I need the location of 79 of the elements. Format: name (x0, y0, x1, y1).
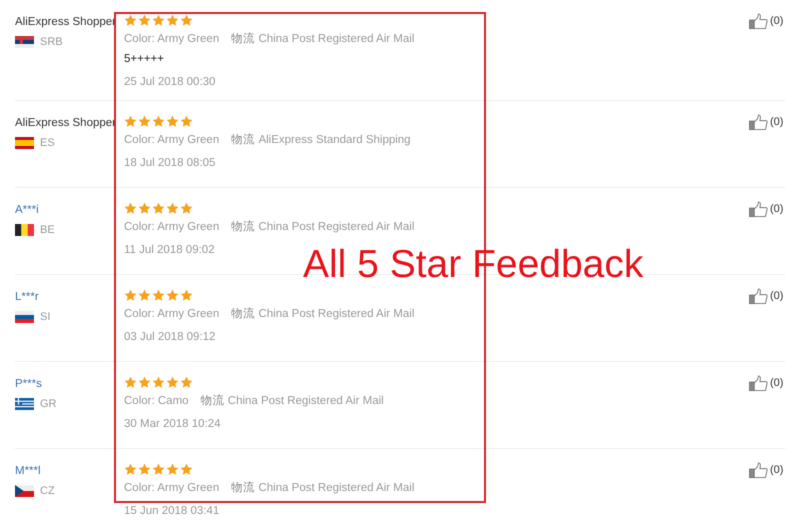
helpful-count: (0) (770, 376, 784, 391)
star-icon (180, 462, 193, 476)
star-icon (152, 462, 165, 476)
country-code: SI (40, 311, 50, 323)
shipping-method: 物流 China Post Registered Air Mail (231, 219, 414, 235)
color-option: Color: Army Green (124, 132, 220, 148)
country-code: BE (40, 224, 55, 236)
flag-icon (15, 137, 34, 149)
star-icon (166, 14, 179, 26)
star-icon (180, 288, 193, 302)
flag-icon (15, 224, 34, 236)
star-icon (124, 202, 137, 214)
reviewer-name: AliExpress Shopper (15, 15, 116, 30)
star-icon (166, 462, 179, 476)
review-date: 18 Jul 2018 08:05 (124, 156, 216, 171)
star-icon (152, 202, 165, 214)
flag-icon (15, 311, 34, 323)
star-icon (152, 114, 165, 128)
flag-icon (15, 36, 34, 48)
review-comment: 5+++++ (124, 52, 164, 67)
color-option: Color: Army Green (124, 219, 220, 235)
shipping-method: 物流 China Post Registered Air Mail (231, 31, 414, 47)
star-icon (138, 288, 151, 302)
review-date: 25 Jul 2018 00:30 (124, 75, 216, 90)
star-icon (124, 462, 137, 476)
review-date: 30 Mar 2018 10:24 (124, 417, 221, 432)
star-icon (180, 114, 193, 128)
country-code: CZ (40, 485, 55, 497)
shipping-method: 物流 China Post Registered Air Mail (200, 393, 384, 409)
helpful-count: (0) (770, 115, 784, 130)
star-icon (180, 14, 193, 26)
helpful-count: (0) (770, 14, 784, 29)
star-icon (180, 376, 193, 388)
star-icon (138, 202, 151, 214)
star-icon (152, 14, 165, 26)
thumbs-up-icon[interactable] (749, 375, 768, 392)
shipping-method: 物流 China Post Registered Air Mail (231, 306, 414, 322)
star-icon (138, 462, 151, 476)
reviewer-name[interactable]: P***s (15, 375, 42, 393)
thumbs-up-icon[interactable] (749, 114, 768, 131)
country-code: GR (40, 398, 56, 410)
flag-icon (15, 398, 34, 410)
color-option: Color: Camo (124, 393, 189, 409)
star-icon (180, 202, 193, 214)
helpful-count: (0) (770, 463, 784, 478)
star-icon (124, 14, 137, 26)
helpful-count: (0) (770, 289, 784, 304)
color-option: Color: Army Green (124, 480, 220, 496)
star-icon (166, 288, 179, 302)
review-date: 11 Jul 2018 09:02 (124, 243, 215, 258)
reviewer-name[interactable]: A***i (15, 201, 39, 219)
star-icon (166, 114, 179, 128)
star-icon (124, 376, 137, 388)
star-icon (124, 288, 137, 302)
star-icon (124, 114, 137, 128)
star-icon (138, 14, 151, 26)
flag-icon (15, 485, 34, 497)
country-code: SRB (40, 36, 63, 48)
color-option: Color: Army Green (124, 31, 220, 47)
thumbs-up-icon[interactable] (749, 462, 768, 479)
reviewer-name[interactable]: L***r (15, 288, 39, 306)
reviewer-name[interactable]: M***l (15, 462, 41, 480)
star-icon (138, 114, 151, 128)
star-icon (138, 376, 151, 388)
star-icon (166, 202, 179, 214)
star-icon (152, 288, 165, 302)
shipping-method: 物流 AliExpress Standard Shipping (231, 132, 411, 148)
review-date: 15 Jun 2018 03:41 (124, 504, 220, 519)
helpful-count: (0) (770, 202, 784, 217)
color-option: Color: Army Green (124, 306, 220, 322)
thumbs-up-icon[interactable] (749, 201, 768, 218)
thumbs-up-icon[interactable] (749, 288, 768, 305)
thumbs-up-icon[interactable] (749, 13, 768, 30)
star-icon (152, 376, 165, 388)
review-date: 03 Jul 2018 09:12 (124, 330, 216, 345)
country-code: ES (40, 137, 55, 149)
reviewer-name: AliExpress Shopper (15, 116, 116, 131)
shipping-method: 物流 China Post Registered Air Mail (231, 480, 414, 496)
star-icon (166, 376, 179, 388)
